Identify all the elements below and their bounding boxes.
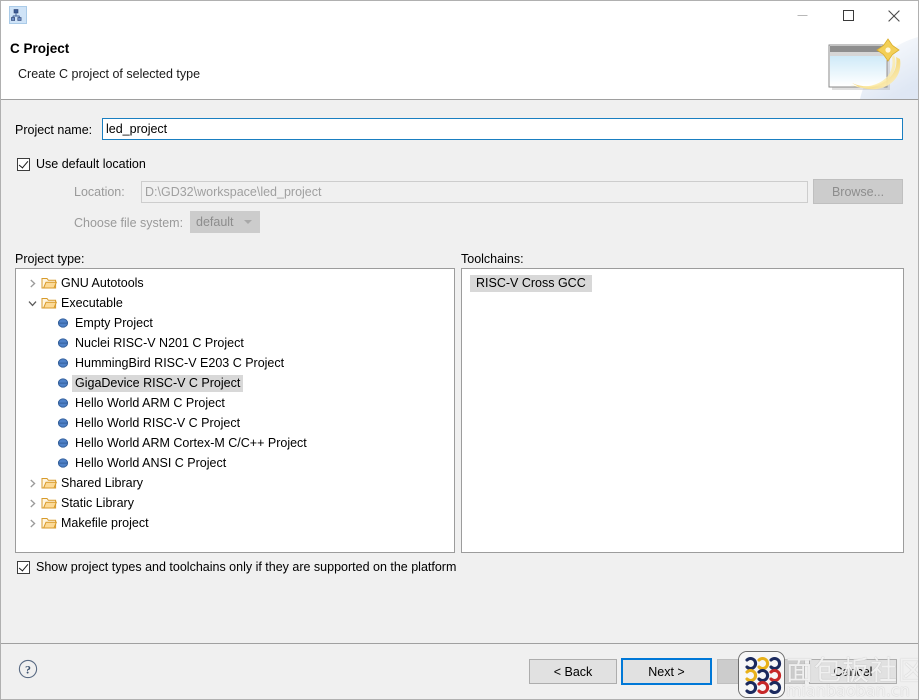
folder-icon <box>40 276 58 290</box>
project-template-icon <box>54 357 72 369</box>
back-button[interactable]: < Back <box>529 659 617 684</box>
checkbox-box <box>17 157 30 171</box>
project-type-item-label: Hello World ARM Cortex-M C/C++ Project <box>75 435 307 450</box>
project-type-item[interactable]: GigaDevice RISC-V C Project <box>16 373 454 393</box>
file-system-value: default <box>196 215 234 229</box>
project-type-item[interactable]: Executable <box>16 293 454 313</box>
project-template-icon <box>54 397 72 409</box>
project-type-tree[interactable]: GNU Autotools Executable Empty Project Nucl… <box>15 268 455 553</box>
cancel-button[interactable]: Cancel <box>809 659 897 684</box>
folder-icon <box>40 496 58 510</box>
maximize-button[interactable] <box>825 1 871 30</box>
chevron-right-icon[interactable] <box>24 499 40 508</box>
close-icon[interactable] <box>871 1 917 30</box>
project-type-item[interactable]: Hello World ARM C Project <box>16 393 454 413</box>
project-template-icon <box>54 437 72 449</box>
project-type-item[interactable]: Empty Project <box>16 313 454 333</box>
file-system-select[interactable]: default <box>190 211 260 233</box>
wizard-icon <box>9 6 27 24</box>
page-title: C Project <box>10 41 70 56</box>
chevron-right-icon[interactable] <box>24 279 40 288</box>
project-type-item-label: HummingBird RISC-V E203 C Project <box>75 355 285 370</box>
project-name-label: Project name: <box>15 123 93 137</box>
folder-icon <box>40 516 58 530</box>
wizard-header: C Project Create C project of selected t… <box>1 31 918 100</box>
new-project-banner-icon <box>808 31 918 99</box>
project-type-item-label: Executable <box>61 295 123 310</box>
svg-text:?: ? <box>25 662 31 676</box>
project-type-item-label: Nuclei RISC-V N201 C Project <box>75 335 244 350</box>
project-type-item-label: GigaDevice RISC-V C Project <box>72 374 244 392</box>
platform-filter-label: Show project types and toolchains only i… <box>36 560 457 574</box>
folder-icon <box>40 296 58 310</box>
help-icon[interactable]: ? <box>18 659 38 679</box>
checkbox-box <box>17 560 30 574</box>
project-type-item-label: Empty Project <box>75 315 153 330</box>
project-type-label: Project type: <box>15 252 85 266</box>
platform-filter-checkbox[interactable]: Show project types and toolchains only i… <box>17 560 456 574</box>
project-type-item-label: Shared Library <box>61 475 143 490</box>
project-type-item[interactable]: Shared Library <box>16 473 454 493</box>
browse-button[interactable]: Browse... <box>813 179 903 204</box>
chevron-right-icon[interactable] <box>24 479 40 488</box>
minimize-button[interactable] <box>779 1 825 30</box>
folder-icon <box>40 476 58 490</box>
project-type-item[interactable]: Hello World ARM Cortex-M C/C++ Project <box>16 433 454 453</box>
use-default-location-label: Use default location <box>36 157 146 171</box>
project-type-item-label: Static Library <box>61 495 134 510</box>
title-bar <box>1 1 918 31</box>
project-type-item[interactable]: Hello World RISC-V C Project <box>16 413 454 433</box>
project-type-item[interactable]: Nuclei RISC-V N201 C Project <box>16 333 454 353</box>
project-type-item-label: Hello World ARM C Project <box>75 395 225 410</box>
project-type-item-label: Hello World ANSI C Project <box>75 455 227 470</box>
project-type-item-label: GNU Autotools <box>61 275 144 290</box>
project-template-icon <box>54 317 72 329</box>
project-template-icon <box>54 337 72 349</box>
page-subtitle: Create C project of selected type <box>18 67 201 81</box>
c-project-wizard-dialog: C Project Create C project of selected t… <box>0 0 919 700</box>
toolchains-label: Toolchains: <box>461 252 524 266</box>
finish-button[interactable] <box>717 659 805 684</box>
next-button[interactable]: Next > <box>621 658 712 685</box>
location-label: Location: <box>74 185 125 199</box>
location-input[interactable] <box>141 181 808 203</box>
toolchain-item[interactable]: RISC-V Cross GCC <box>462 273 903 293</box>
project-type-item[interactable]: HummingBird RISC-V E203 C Project <box>16 353 454 373</box>
project-template-icon <box>54 417 72 429</box>
chevron-down-icon <box>244 220 252 224</box>
project-type-item-label: Hello World RISC-V C Project <box>75 415 241 430</box>
project-type-item[interactable]: GNU Autotools <box>16 273 454 293</box>
project-type-item-label: Makefile project <box>61 515 149 530</box>
chevron-right-icon[interactable] <box>24 519 40 528</box>
button-bar-separator <box>1 643 918 644</box>
use-default-location-checkbox[interactable]: Use default location <box>17 157 146 171</box>
file-system-label: Choose file system: <box>74 216 184 230</box>
project-template-icon <box>54 377 72 389</box>
chevron-down-icon[interactable] <box>24 299 40 308</box>
project-type-item[interactable]: Hello World ANSI C Project <box>16 453 454 473</box>
project-name-input[interactable] <box>102 118 903 140</box>
project-type-item[interactable]: Static Library <box>16 493 454 513</box>
project-type-item[interactable]: Makefile project <box>16 513 454 533</box>
toolchains-list[interactable]: RISC-V Cross GCC <box>461 268 904 553</box>
toolchain-item-label: RISC-V Cross GCC <box>470 274 592 292</box>
project-template-icon <box>54 457 72 469</box>
